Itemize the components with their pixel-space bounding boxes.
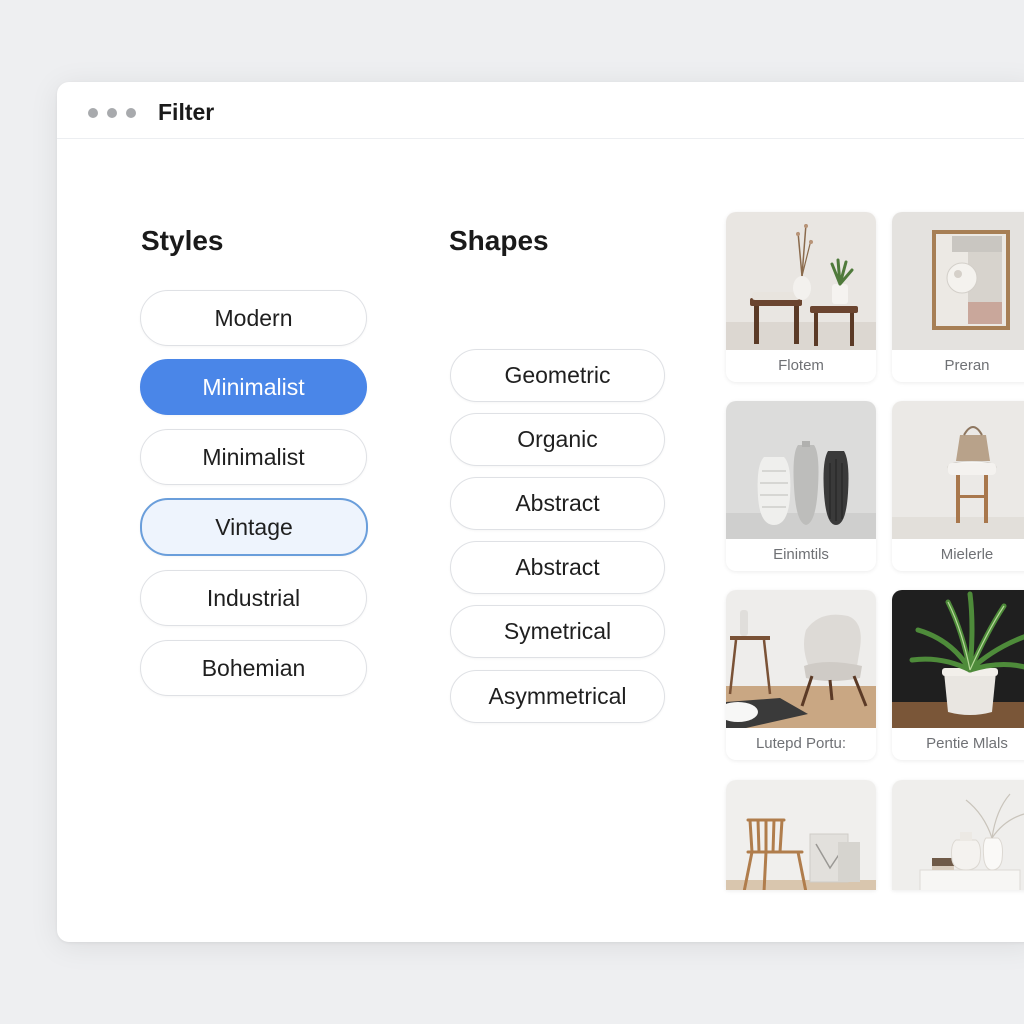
style-option-bohemian[interactable]: Bohemian xyxy=(140,640,367,696)
gallery-card[interactable]: Flotem xyxy=(726,212,876,382)
gallery-caption: Einimtils xyxy=(773,546,829,563)
gallery-caption: Lutepd Portu: xyxy=(755,735,847,752)
shape-option-organic[interactable]: Organic xyxy=(450,413,665,466)
shape-option-asymmetrical[interactable]: Asymmetrical xyxy=(450,670,665,723)
styles-heading: Styles xyxy=(141,225,224,256)
window-title: Filter xyxy=(158,99,215,125)
gallery-caption: Mielerle xyxy=(940,546,994,563)
gallery-caption: Pentie Mlals xyxy=(926,735,1008,752)
shapes-heading: Shapes xyxy=(449,225,549,256)
gallery-card[interactable]: Pentie Mlals xyxy=(892,590,1024,760)
lounge-chair-image xyxy=(726,590,876,728)
minimize-dot-icon[interactable] xyxy=(107,108,117,118)
vase-stool-plant-image xyxy=(726,212,876,350)
wooden-chair-image xyxy=(726,780,876,890)
close-dot-icon[interactable] xyxy=(88,108,98,118)
maximize-dot-icon[interactable] xyxy=(126,108,136,118)
gallery-card[interactable]: Preran xyxy=(892,212,1024,382)
shape-option-abstract-2[interactable]: Abstract xyxy=(450,541,665,594)
gallery-card[interactable]: Lutepd Portu: xyxy=(726,590,876,760)
filter-window: Filter Styles Modern Minimalist Minimali… xyxy=(57,82,1024,942)
ceramic-vases-image xyxy=(892,780,1024,890)
gallery-card[interactable] xyxy=(892,780,1024,890)
title-bar: Filter xyxy=(57,82,1024,139)
style-option-minimalist-selected[interactable]: Minimalist xyxy=(140,359,367,415)
style-option-vintage[interactable]: Vintage xyxy=(140,498,368,556)
style-option-industrial[interactable]: Industrial xyxy=(140,570,367,626)
gallery-card[interactable] xyxy=(726,780,876,890)
framed-art-image xyxy=(892,212,1024,350)
stool-bag-image xyxy=(892,401,1024,539)
gallery-card[interactable]: Mielerle xyxy=(892,401,1024,571)
window-controls xyxy=(88,108,136,118)
shape-option-symetrical[interactable]: Symetrical xyxy=(450,605,665,658)
textured-vases-image xyxy=(726,401,876,539)
gallery-caption: Preran xyxy=(944,357,990,374)
gallery-card[interactable]: Einimtils xyxy=(726,401,876,571)
potted-plant-image xyxy=(892,590,1024,728)
shape-option-abstract[interactable]: Abstract xyxy=(450,477,665,530)
style-option-modern[interactable]: Modern xyxy=(140,290,367,346)
shape-option-geometric[interactable]: Geometric xyxy=(450,349,665,402)
style-option-minimalist[interactable]: Minimalist xyxy=(140,429,367,485)
gallery-caption: Flotem xyxy=(778,357,824,374)
